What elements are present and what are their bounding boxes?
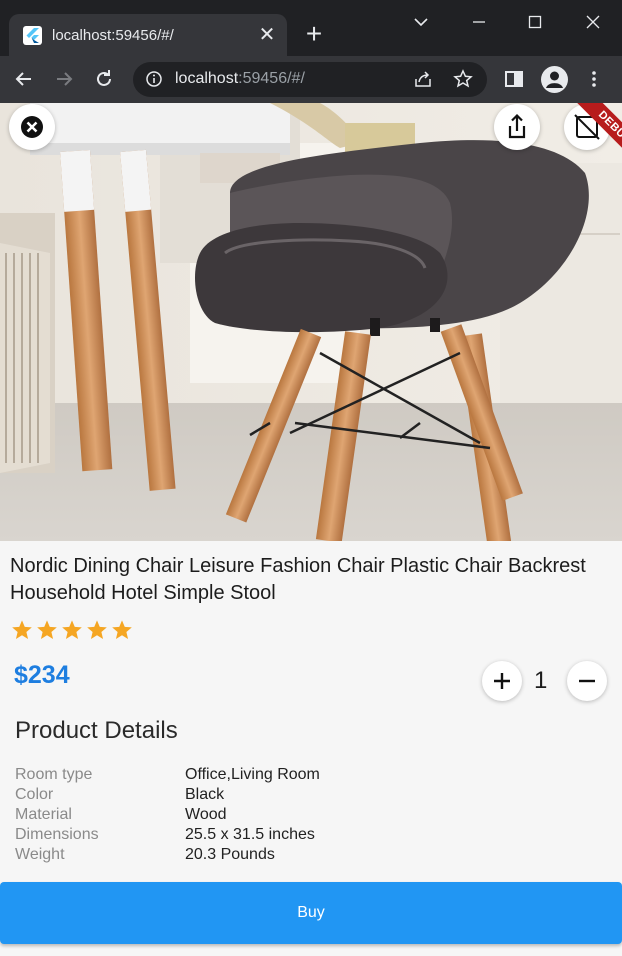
- detail-label: Color: [15, 786, 54, 803]
- product-details-heading: Product Details: [15, 717, 178, 744]
- detail-row: Color Black: [15, 785, 605, 805]
- tab-title: localhost:59456/#/: [52, 27, 174, 44]
- minimize-icon[interactable]: [467, 10, 491, 34]
- detail-value: Black: [185, 786, 225, 803]
- star-icon: [12, 620, 32, 639]
- product-details-list: Room type Office,Living Room Color Black Mat…: [15, 765, 605, 865]
- product-title: Nordic Dining Chair Leisure Fashion Chai…: [10, 555, 586, 604]
- browser-tab-strip: localhost:59456/#/ ✕ +: [0, 0, 622, 58]
- detail-label: Weight: [15, 846, 65, 863]
- detail-value: Office,Living Room: [185, 766, 320, 783]
- detail-value: 25.5 x 31.5 inches: [185, 826, 315, 843]
- detail-row: Dimensions 25.5 x 31.5 inches: [15, 825, 605, 845]
- increase-quantity-button[interactable]: [482, 661, 522, 701]
- flutter-favicon-icon: [23, 26, 42, 45]
- detail-label: Room type: [15, 766, 93, 783]
- detail-row: Weight 20.3 Pounds: [15, 845, 605, 865]
- url-host: localhost: [175, 70, 239, 87]
- product-detail-page: DEBUG Nordic Dining Chair Leisure Fashio…: [0, 103, 622, 956]
- bookmark-star-icon[interactable]: [453, 69, 473, 94]
- close-button[interactable]: [9, 104, 55, 150]
- detail-label: Material: [15, 806, 72, 823]
- decrease-quantity-button[interactable]: [567, 661, 607, 701]
- share-button[interactable]: [494, 104, 540, 150]
- product-image: [0, 103, 622, 541]
- detail-row: Material Wood: [15, 805, 605, 825]
- url-text: localhost:59456/#/: [175, 70, 305, 88]
- star-rating: [11, 619, 133, 641]
- detail-value: 20.3 Pounds: [185, 846, 275, 863]
- browser-toolbar: localhost:59456/#/: [0, 56, 622, 103]
- star-icon: [112, 620, 132, 639]
- share-page-icon[interactable]: [413, 69, 433, 94]
- side-panel-icon[interactable]: [502, 67, 526, 91]
- maximize-icon[interactable]: [523, 10, 547, 34]
- star-icon: [87, 620, 107, 639]
- profile-avatar-icon[interactable]: [541, 66, 568, 93]
- close-window-icon[interactable]: [581, 10, 605, 34]
- star-icon: [37, 620, 57, 639]
- url-path: :59456/#/: [238, 70, 305, 87]
- buy-button[interactable]: Buy: [0, 882, 622, 944]
- site-info-icon[interactable]: [145, 70, 163, 93]
- address-bar[interactable]: localhost:59456/#/: [133, 62, 487, 97]
- browser-tab[interactable]: localhost:59456/#/ ✕: [9, 14, 287, 58]
- browser-menu-icon[interactable]: [582, 67, 606, 91]
- star-icon: [62, 620, 82, 639]
- tab-close-icon[interactable]: ✕: [256, 24, 278, 46]
- debug-banner: DEBUG: [556, 103, 622, 181]
- quantity-value: 1: [534, 667, 548, 694]
- detail-label: Dimensions: [15, 826, 99, 843]
- reload-icon[interactable]: [92, 67, 116, 91]
- tab-search-icon[interactable]: [409, 10, 433, 34]
- back-icon[interactable]: [12, 67, 36, 91]
- detail-value: Wood: [185, 806, 227, 823]
- product-price: $234: [14, 661, 70, 689]
- detail-row: Room type Office,Living Room: [15, 765, 605, 785]
- new-tab-icon[interactable]: +: [302, 20, 326, 48]
- debug-label: DEBUG: [569, 103, 622, 174]
- forward-icon[interactable]: [52, 67, 76, 91]
